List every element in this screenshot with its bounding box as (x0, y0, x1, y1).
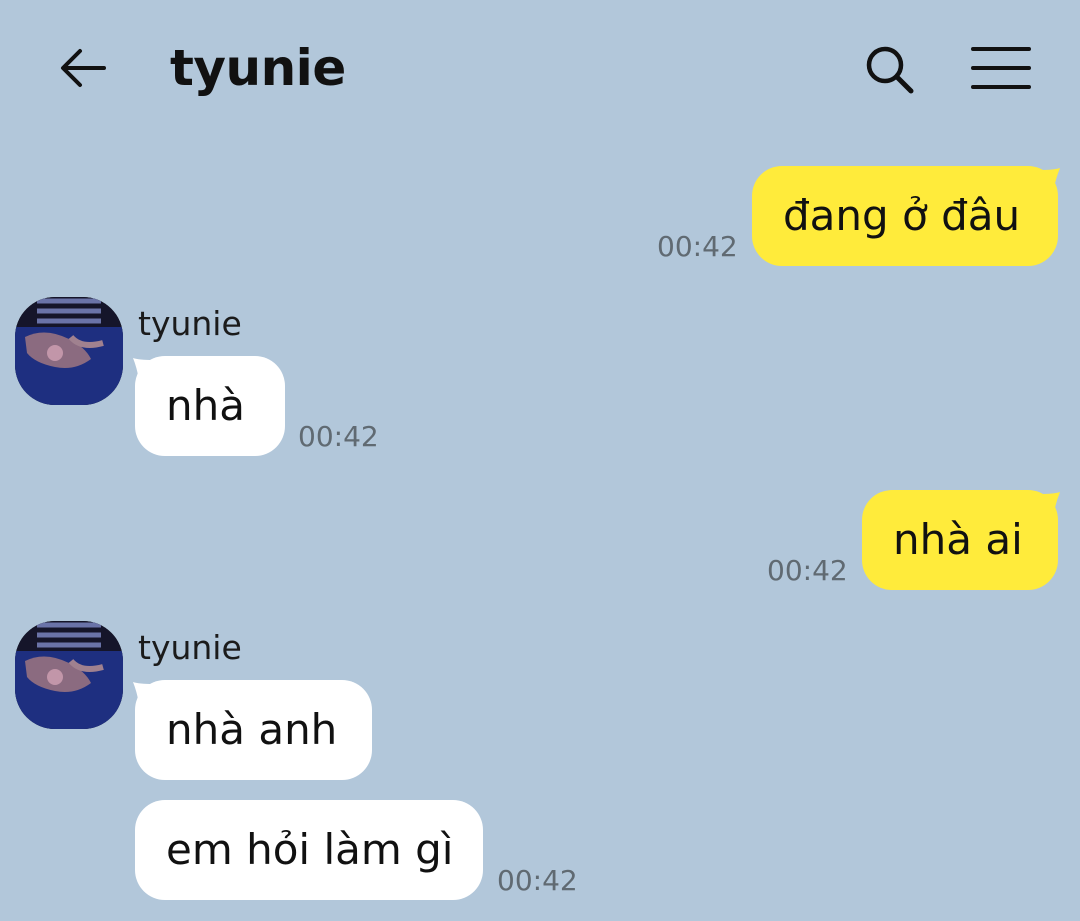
bubble-tail (1040, 492, 1060, 512)
message-time: 00:42 (657, 230, 738, 263)
incoming-message-bubble[interactable]: em hỏi làm gì (135, 800, 483, 900)
message-text: nhà (166, 381, 245, 430)
back-button[interactable] (52, 40, 112, 96)
chat-title: tyunie (170, 39, 346, 97)
message-time: 00:42 (298, 420, 379, 453)
message-text: đang ở đâu (783, 191, 1021, 240)
message-time: 00:42 (767, 554, 848, 587)
message-text: nhà ai (893, 515, 1023, 564)
chat-screen: tyunie 00:42 đang ở đâu tyunie nhà 00:42… (0, 0, 1080, 921)
bubble-tail (1040, 168, 1060, 188)
search-button[interactable] (858, 40, 920, 98)
outgoing-message-bubble[interactable]: đang ở đâu (752, 166, 1058, 266)
message-time: 00:42 (497, 864, 578, 897)
sender-name: tyunie (138, 628, 242, 667)
arrow-left-icon (61, 49, 106, 87)
menu-icon (971, 47, 1031, 89)
avatar[interactable] (15, 297, 123, 405)
avatar-image (15, 297, 123, 405)
message-text: em hỏi làm gì (166, 825, 454, 874)
sender-name: tyunie (138, 304, 242, 343)
incoming-message-bubble[interactable]: nhà anh (135, 680, 372, 780)
menu-button[interactable] (966, 40, 1036, 96)
avatar-image (15, 621, 123, 729)
outgoing-message-bubble[interactable]: nhà ai (862, 490, 1058, 590)
message-text: nhà anh (166, 705, 338, 754)
incoming-message-bubble[interactable]: nhà (135, 356, 285, 456)
search-icon (866, 46, 914, 94)
avatar[interactable] (15, 621, 123, 729)
chat-header: tyunie (0, 0, 1080, 140)
